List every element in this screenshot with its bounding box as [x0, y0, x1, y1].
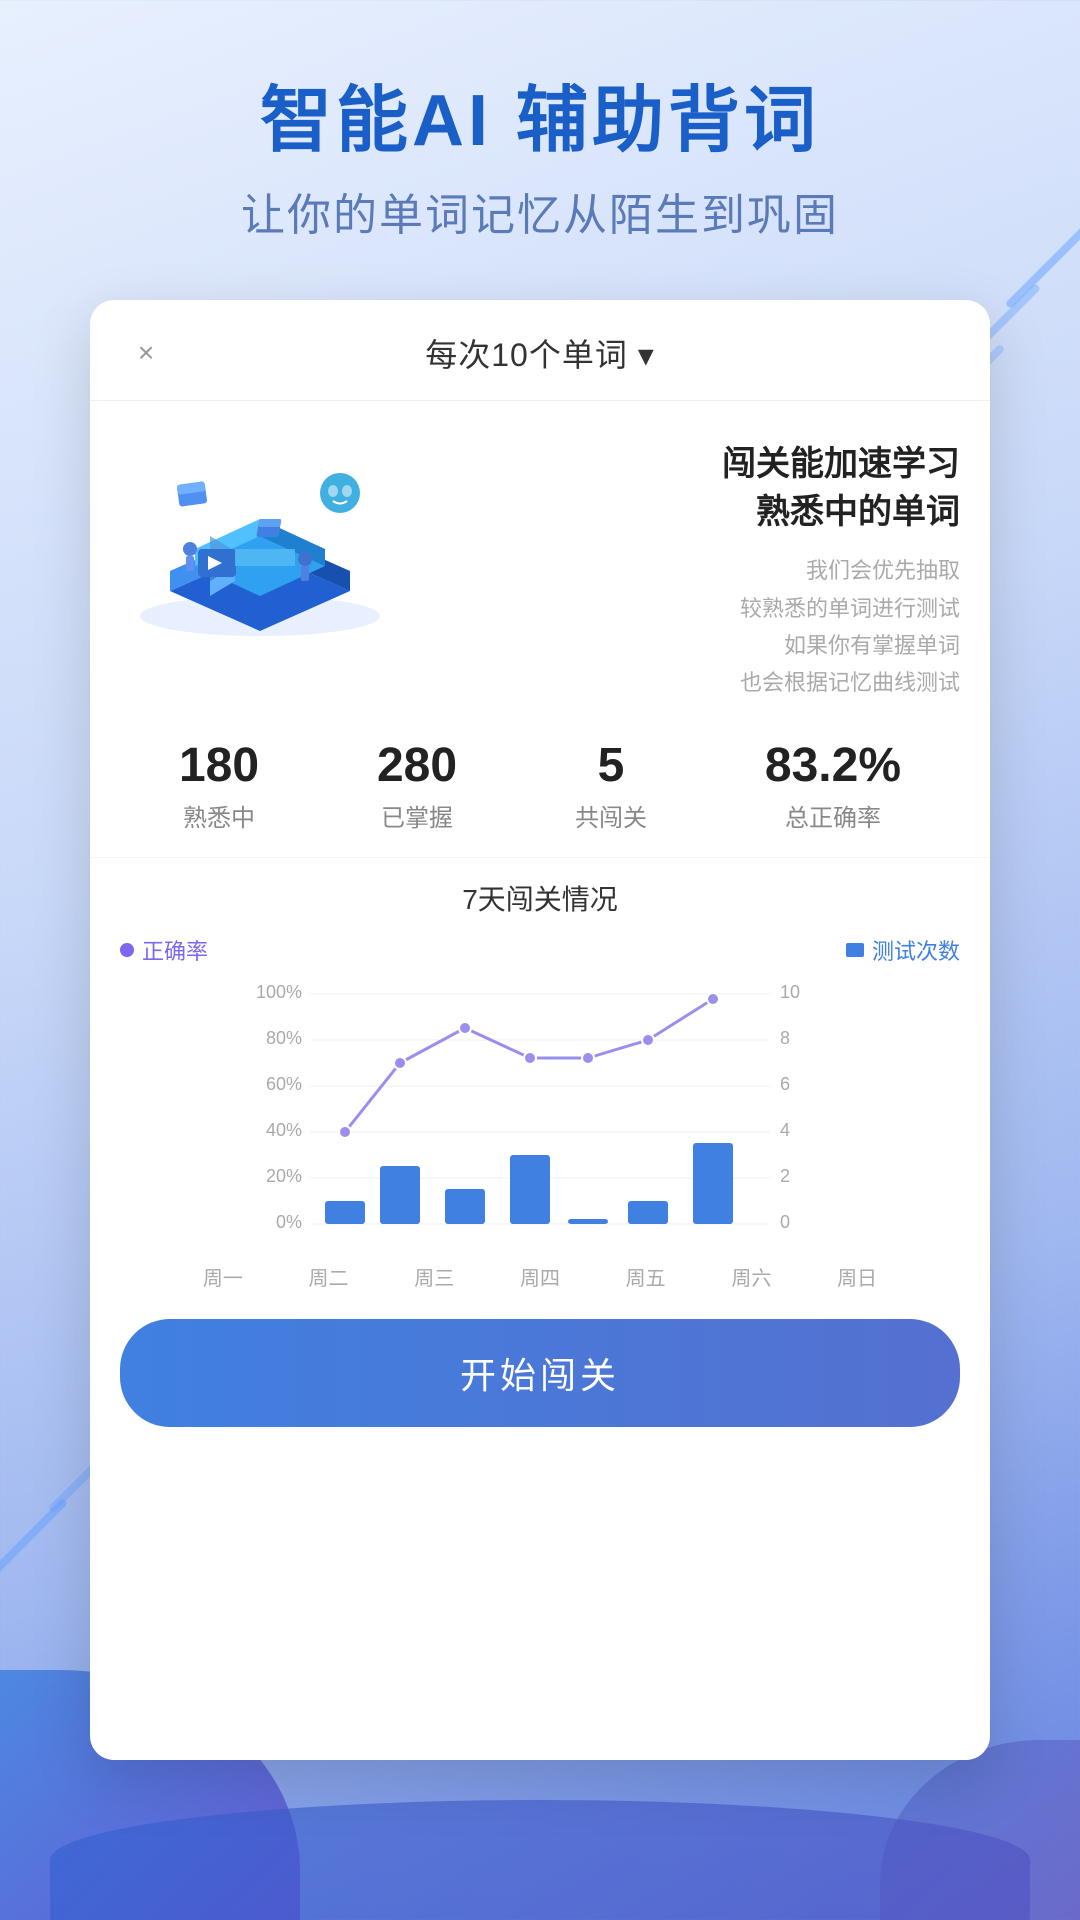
svg-text:40%: 40%	[266, 1120, 302, 1140]
x-label-sun: 周日	[837, 1262, 877, 1291]
accuracy-dot-icon	[120, 943, 134, 957]
count-rect-icon	[846, 943, 864, 957]
decorative-shape-4	[0, 1498, 68, 1574]
chart-legend: 正确率 测试次数	[120, 934, 960, 966]
hero-description: 我们会优先抽取 较熟悉的单词进行测试 如果你有掌握单词 也会根据记忆曲线测试	[420, 552, 960, 702]
start-button-label: 开始闯关	[460, 1355, 620, 1396]
legend-count: 测试次数	[846, 934, 960, 966]
main-card: × 每次10个单词 ▾	[90, 300, 990, 1760]
svg-text:4: 4	[780, 1120, 790, 1140]
svg-text:8: 8	[780, 1028, 790, 1048]
stat-accuracy-label: 总正确率	[765, 798, 901, 833]
stat-accuracy-number: 83.2%	[765, 742, 901, 790]
svg-text:80%: 80%	[266, 1028, 302, 1048]
legend-count-label: 测试次数	[872, 934, 960, 966]
stat-mastered: 280 已掌握	[377, 742, 457, 833]
x-axis-labels: 周一 周二 周三 周四 周五 周六 周日	[120, 1256, 960, 1291]
x-label-tue: 周二	[309, 1262, 349, 1291]
card-header: × 每次10个单词 ▾	[90, 300, 990, 401]
x-label-wed: 周三	[414, 1262, 454, 1291]
svg-text:0%: 0%	[276, 1212, 302, 1232]
svg-text:100%: 100%	[256, 982, 302, 1002]
page-title: 智能AI 辅助背词	[0, 80, 1080, 163]
stat-familiar-label: 熟悉中	[179, 798, 259, 833]
stat-accuracy: 83.2% 总正确率	[765, 742, 901, 833]
chevron-down-icon: ▾	[638, 337, 655, 373]
svg-text:6: 6	[780, 1074, 790, 1094]
stats-row: 180 熟悉中 280 已掌握 5 共闯关 83.2% 总正确率	[90, 722, 990, 858]
stat-levels-label: 共闯关	[575, 798, 647, 833]
hero-desc-line-2: 较熟悉的单词进行测试	[420, 590, 960, 627]
start-button[interactable]: 开始闯关	[120, 1319, 960, 1427]
stat-familiar: 180 熟悉中	[179, 742, 259, 833]
svg-text:2: 2	[780, 1166, 790, 1186]
hero-desc-line-4: 也会根据记忆曲线测试	[420, 664, 960, 701]
legend-accuracy: 正确率	[120, 934, 208, 966]
svg-text:20%: 20%	[266, 1166, 302, 1186]
stat-familiar-number: 180	[179, 742, 259, 790]
bg-wave-center	[50, 1800, 1030, 1920]
x-label-fri: 周五	[626, 1262, 666, 1291]
hero-section: 闯关能加速学习熟悉中的单词 我们会优先抽取 较熟悉的单词进行测试 如果你有掌握单…	[90, 401, 990, 722]
hero-title: 闯关能加速学习熟悉中的单词	[420, 441, 960, 536]
stat-levels: 5 共闯关	[575, 742, 647, 833]
chart-section: 7天闯关情况 正确率 测试次数 100% 80% 60% 40% 20% 0%	[90, 858, 990, 1301]
x-label-mon: 周一	[203, 1262, 243, 1291]
close-button[interactable]: ×	[130, 337, 162, 369]
hero-text: 闯关能加速学习熟悉中的单词 我们会优先抽取 较熟悉的单词进行测试 如果你有掌握单…	[420, 431, 960, 702]
hero-illustration	[120, 431, 400, 651]
svg-text:0: 0	[780, 1212, 790, 1232]
title-text: 智能AI 辅助背词	[260, 81, 820, 161]
svg-text:10: 10	[780, 982, 800, 1002]
x-label-sat: 周六	[731, 1262, 771, 1291]
chart-title: 7天闯关情况	[120, 878, 960, 918]
chart-container: 100% 80% 60% 40% 20% 0% 10 8 6 4 2 0	[120, 976, 960, 1256]
page-subtitle: 让你的单词记忆从陌生到巩固	[0, 179, 1080, 243]
svg-text:60%: 60%	[266, 1074, 302, 1094]
session-selector[interactable]: 每次10个单词 ▾	[425, 330, 655, 376]
x-label-thu: 周四	[520, 1262, 560, 1291]
header-section: 智能AI 辅助背词 让你的单词记忆从陌生到巩固	[0, 80, 1080, 243]
session-label: 每次10个单词	[425, 337, 628, 373]
hero-desc-line-1: 我们会优先抽取	[420, 552, 960, 589]
stat-mastered-number: 280	[377, 742, 457, 790]
legend-accuracy-label: 正确率	[142, 934, 208, 966]
hero-desc-line-3: 如果你有掌握单词	[420, 627, 960, 664]
stat-mastered-label: 已掌握	[377, 798, 457, 833]
stat-levels-number: 5	[575, 742, 647, 790]
